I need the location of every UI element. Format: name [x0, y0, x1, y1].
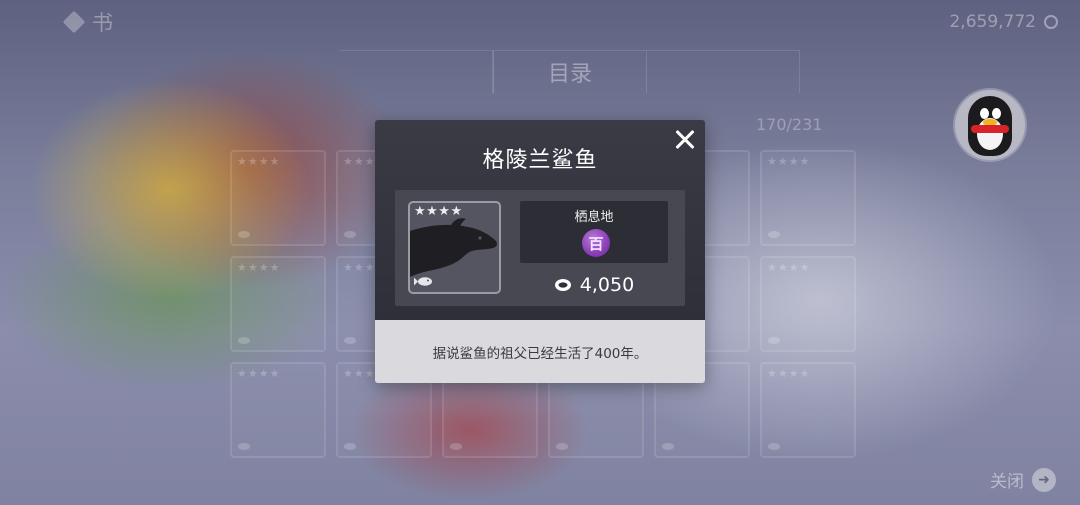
fish-card[interactable] [230, 362, 326, 458]
habitat-label: 栖息地 [574, 210, 614, 225]
fish-portrait-card: ★★★★ [408, 201, 501, 294]
price-row: 4,050 [520, 272, 668, 298]
fish-icon [768, 337, 780, 344]
fish-icon [662, 443, 674, 450]
arrow-right-icon: ➜ [1032, 467, 1056, 492]
price-value: 4,050 [579, 274, 635, 296]
catalog-tab-left[interactable] [340, 51, 493, 93]
coin-total-value: 2,659,772 [949, 12, 1036, 32]
catalog-tabs: 目录 [340, 50, 800, 93]
fish-icon [238, 443, 250, 450]
catalog-tab-directory[interactable]: 目录 [493, 51, 647, 93]
coin-icon [554, 279, 571, 291]
fish-icon [768, 231, 780, 238]
background-close-button[interactable]: 关闭 ➜ [990, 467, 1056, 492]
fish-icon [238, 337, 250, 344]
catalog-tab-right[interactable] [647, 51, 800, 93]
fish-name: 格陵兰鲨鱼 [482, 148, 598, 173]
fish-card[interactable] [230, 150, 326, 246]
fish-icon [414, 277, 432, 286]
modal-header-area: 格陵兰鲨鱼 ★★★★ 栖息地 百 4,050 [375, 120, 705, 320]
book-icon [62, 10, 86, 34]
coin-icon [1044, 15, 1058, 29]
shark-silhouette [410, 218, 497, 277]
fish-icon [450, 443, 462, 450]
habitat-icon: 百 [582, 229, 610, 257]
fish-icon [344, 231, 356, 238]
fish-icon [238, 231, 250, 238]
close-label: 关闭 [990, 472, 1024, 492]
fish-card[interactable] [230, 256, 326, 352]
fish-icon [556, 443, 568, 450]
coin-total: 2,659,772 [949, 12, 1058, 32]
fish-description: 据说鲨鱼的祖父已经生活了400年。 [432, 345, 648, 362]
fish-info-panel: ★★★★ 栖息地 百 4,050 [395, 190, 685, 306]
fish-icon [768, 443, 780, 450]
fish-icon [344, 337, 356, 344]
close-icon[interactable] [671, 126, 699, 154]
habitat-box: 栖息地 百 [520, 201, 668, 263]
book-label: 书 [92, 11, 113, 35]
fish-icon [344, 443, 356, 450]
book-header[interactable]: 书 [62, 8, 113, 36]
fish-card[interactable] [760, 150, 856, 246]
penguin-avatar[interactable] [955, 90, 1025, 160]
fish-card[interactable] [760, 256, 856, 352]
fish-detail-modal: 格陵兰鲨鱼 ★★★★ 栖息地 百 4,050 据说鲨鱼的祖父已经生活了400年。 [375, 120, 705, 383]
fish-card[interactable] [760, 362, 856, 458]
collection-count: 170/231 [756, 115, 823, 134]
fish-description-area: 据说鲨鱼的祖父已经生活了400年。 [375, 320, 705, 383]
